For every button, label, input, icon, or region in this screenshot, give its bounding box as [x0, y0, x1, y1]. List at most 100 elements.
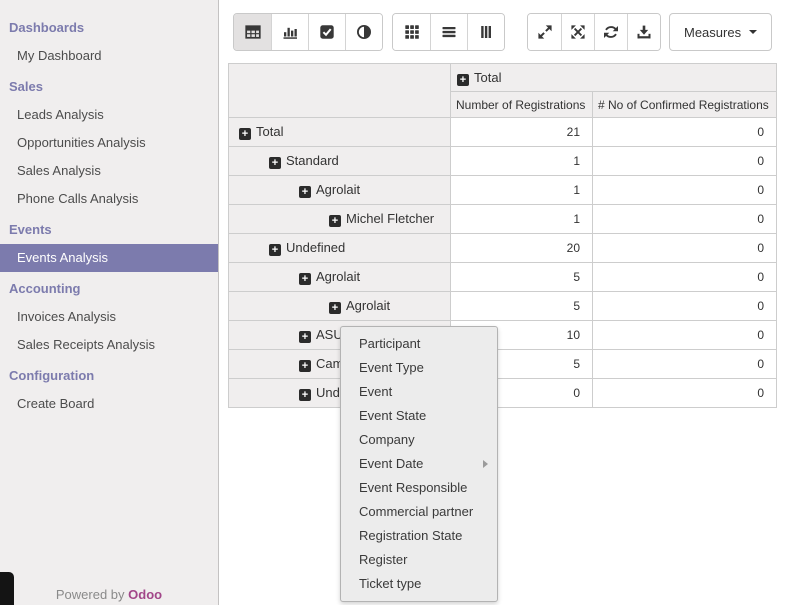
pivot-value-cell: 0: [593, 292, 777, 321]
pivot-value-cell: 0: [593, 147, 777, 176]
pivot-table: +Total Number of Registrations # No of C…: [228, 63, 777, 408]
table-view-button[interactable]: [234, 14, 271, 50]
sidebar-item-phone-calls-analysis[interactable]: Phone Calls Analysis: [0, 185, 218, 213]
expand-plus-icon[interactable]: +: [299, 389, 311, 401]
pivot-row-header-michel-fletcher[interactable]: + Michel Fletcher: [229, 205, 451, 234]
menu-item-label: Event Responsible: [359, 476, 497, 500]
pivot-row: + Agrolait 10: [229, 176, 777, 205]
grid-button[interactable]: [393, 14, 430, 50]
menu-item-label: Commercial partner: [359, 500, 497, 524]
sidebar-item-sales-analysis[interactable]: Sales Analysis: [0, 157, 218, 185]
refresh-button[interactable]: [594, 14, 627, 50]
pivot-value-cell: 20: [451, 234, 593, 263]
pivot-value-cell: 0: [593, 205, 777, 234]
sidebar-item-my-dashboard[interactable]: My Dashboard: [0, 42, 218, 70]
pivot-row-header-standard[interactable]: +Standard: [229, 147, 451, 176]
columns-button[interactable]: [467, 14, 504, 50]
menu-item-event-state[interactable]: Event State: [341, 404, 497, 428]
expand-plus-icon[interactable]: +: [269, 157, 281, 169]
sidebar-item-leads-analysis[interactable]: Leads Analysis: [0, 101, 218, 129]
pivot-row-label: Und: [316, 385, 340, 400]
sidebar-item-opportunities-analysis[interactable]: Opportunities Analysis: [0, 129, 218, 157]
pivot-row: +ASU100: [229, 321, 777, 350]
expand-plus-icon[interactable]: +: [299, 331, 311, 343]
sidebar-item-create-board[interactable]: Create Board: [0, 390, 218, 418]
expand-plus-icon[interactable]: +: [329, 302, 341, 314]
expand-plus-icon[interactable]: +: [299, 186, 311, 198]
pivot-row-label: Michel Fletcher: [346, 211, 434, 226]
sidebar: DashboardsMy Dashboard SalesLeads Analysi…: [0, 0, 219, 605]
odoo-brand-link[interactable]: Odoo: [128, 587, 162, 602]
sidebar-section-events: Events: [0, 216, 218, 244]
table-icon: [245, 24, 261, 40]
sidebar-section-sales: Sales: [0, 73, 218, 101]
menu-item-event-responsible[interactable]: Event Responsible: [341, 476, 497, 500]
sidebar-section-dashboards: Dashboards: [0, 14, 218, 42]
pivot-row-header-agrolait[interactable]: + Agrolait: [229, 292, 451, 321]
pivot-value-cell: 5: [451, 263, 593, 292]
menu-item-event-date[interactable]: Event Date: [341, 452, 497, 476]
menu-item-register[interactable]: Register: [341, 548, 497, 572]
contrast-button[interactable]: [345, 14, 382, 50]
corner-tab: [0, 572, 14, 605]
pivot-value-cell: 0: [593, 379, 777, 408]
pivot-row-header-agrolait[interactable]: + Agrolait: [229, 263, 451, 292]
expand-icon: [537, 24, 553, 40]
pivot-row: +Undefined200: [229, 234, 777, 263]
expand-plus-icon[interactable]: +: [329, 215, 341, 227]
sidebar-nav: DashboardsMy Dashboard SalesLeads Analysi…: [0, 0, 218, 418]
expand-plus-icon[interactable]: +: [299, 273, 311, 285]
pivot-column-header[interactable]: +Total: [451, 64, 777, 92]
th-icon: [404, 24, 420, 40]
pivot-row-header-undefined[interactable]: + Undefined: [229, 234, 451, 263]
pivot-row-header-agrolait[interactable]: + Agrolait: [229, 176, 451, 205]
menu-item-company[interactable]: Company: [341, 428, 497, 452]
menu-item-label: Ticket type: [359, 572, 497, 596]
pivot-row-label: Agrolait: [316, 269, 360, 284]
menu-item-commercial-partner[interactable]: Commercial partner: [341, 500, 497, 524]
menu-item-participant[interactable]: Participant: [341, 332, 497, 356]
check-square-icon: [319, 24, 335, 40]
caret-down-icon: [749, 30, 757, 34]
menu-item-ticket-type[interactable]: Ticket type: [341, 572, 497, 596]
pivot-row-label: ASU: [316, 327, 343, 342]
measures-label: Measures: [684, 25, 741, 40]
check-square-button[interactable]: [308, 14, 345, 50]
fullscreen-button[interactable]: [561, 14, 594, 50]
pivot-value-cell: 0: [593, 350, 777, 379]
rows-button[interactable]: [430, 14, 467, 50]
bar-chart-icon: [282, 24, 298, 40]
menu-item-registration-state[interactable]: Registration State: [341, 524, 497, 548]
app-window: DashboardsMy Dashboard SalesLeads Analysi…: [0, 0, 786, 605]
sidebar-item-sales-receipts-analysis[interactable]: Sales Receipts Analysis: [0, 331, 218, 359]
powered-by: Powered by Odoo: [0, 587, 218, 602]
expand-plus-icon[interactable]: +: [299, 360, 311, 372]
download-button[interactable]: [627, 14, 660, 50]
submenu-caret-icon: [483, 460, 488, 468]
pivot-row-label: Agrolait: [346, 298, 390, 313]
refresh-icon: [603, 24, 619, 40]
sidebar-item-invoices-analysis[interactable]: Invoices Analysis: [0, 303, 218, 331]
pivot-row-header-total[interactable]: +Total: [229, 118, 451, 147]
pivot-row-label: Agrolait: [316, 182, 360, 197]
expand-plus-icon[interactable]: +: [239, 128, 251, 140]
expand-button[interactable]: [528, 14, 561, 50]
bar-chart-button[interactable]: [271, 14, 308, 50]
pivot-value-cell: 1: [451, 176, 593, 205]
expand-plus-icon[interactable]: +: [269, 244, 281, 256]
field-selection-menu: ParticipantEvent TypeEventEvent StateCom…: [340, 326, 498, 602]
pivot-row: +Und00: [229, 379, 777, 408]
columns-icon: [478, 24, 494, 40]
sidebar-item-events-analysis[interactable]: Events Analysis: [0, 244, 218, 272]
measures-button[interactable]: Measures: [669, 13, 772, 51]
list-icon: [441, 24, 457, 40]
pivot-value-cell: 0: [593, 176, 777, 205]
pivot-corner-cell: [229, 64, 451, 118]
menu-item-event-type[interactable]: Event Type: [341, 356, 497, 380]
pivot-value-cell: 1: [451, 205, 593, 234]
expand-plus-icon[interactable]: +: [457, 74, 469, 86]
menu-item-event[interactable]: Event: [341, 380, 497, 404]
pivot-row-label: Undefined: [286, 240, 345, 255]
adjust-icon: [356, 24, 372, 40]
menu-item-label: Event Date: [359, 452, 483, 476]
